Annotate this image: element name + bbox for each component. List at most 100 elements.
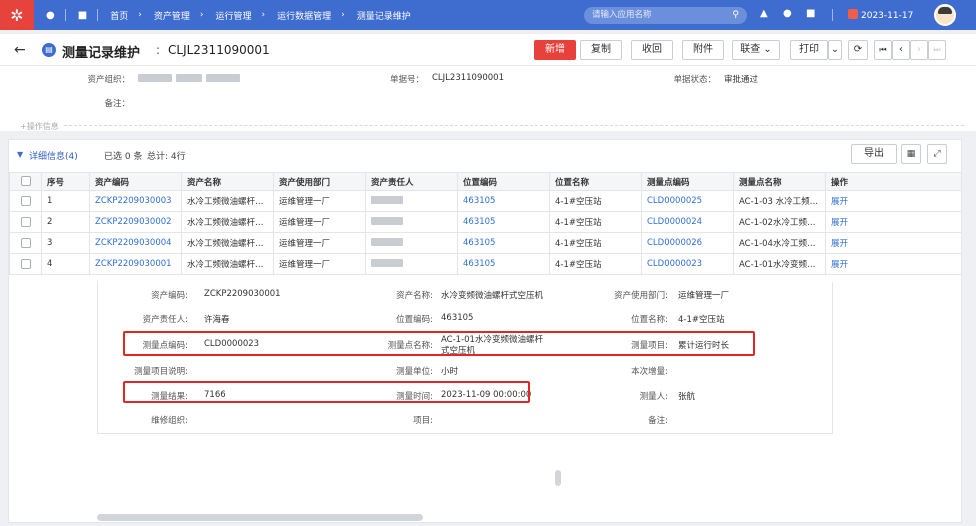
add-button[interactable]: 新增 <box>534 40 576 60</box>
column-header[interactable]: 测量点名称 <box>733 172 826 191</box>
attachment-button[interactable]: 附件 <box>682 40 724 60</box>
table-row[interactable]: 4 ZCKP2209030001 水冷工频微油螺杆式空压机 运维管理一厂 463… <box>9 253 962 275</box>
asset-name-value: 水冷变频微油螺杆式空压机 <box>441 291 544 301</box>
point-code-link[interactable]: CLD0000026 <box>641 232 734 254</box>
link-query-button[interactable]: 联查 ⌄ <box>732 40 780 60</box>
print-dropdown-button[interactable]: ⌄ <box>828 40 842 60</box>
asset-org-value-redacted <box>206 74 240 82</box>
operation-info-toggle[interactable]: +操作信息 <box>20 121 59 132</box>
row-checkbox[interactable] <box>20 195 31 206</box>
asset-org-label: 资产组织： <box>87 75 130 85</box>
first-record-button[interactable]: ⏮ <box>874 40 892 60</box>
row-select-cell[interactable] <box>9 190 42 212</box>
location-code-link[interactable]: 463105 <box>457 253 550 275</box>
dept-cell: 运维管理一厂 <box>273 211 366 233</box>
point-code-link[interactable]: CLD0000023 <box>641 253 734 275</box>
asset-code-link[interactable]: ZCKP2209030004 <box>89 232 182 254</box>
row-select-cell[interactable] <box>9 211 42 233</box>
note-label: 备注： <box>104 99 130 109</box>
last-record-button[interactable]: ⏭ <box>928 40 946 60</box>
print-button[interactable]: 打印 <box>790 40 828 60</box>
refresh-button[interactable]: ⟳ <box>848 40 868 60</box>
table-row[interactable]: 2 ZCKP2209030002 水冷工频微油螺杆式空压机 运维管理一厂 463… <box>9 211 962 233</box>
document-number: CLJL2311090001 <box>168 43 270 57</box>
breadcrumb-operation-management[interactable]: 运行管理 <box>215 9 251 22</box>
column-header: 操作 <box>825 172 962 191</box>
maint-org-label: 维修组织: <box>151 416 188 426</box>
breadcrumb-asset-management[interactable]: 资产管理 <box>154 9 190 22</box>
grid-settings-button[interactable]: ▦ <box>901 144 921 164</box>
location-code-link[interactable]: 463105 <box>457 232 550 254</box>
select-all-checkbox[interactable] <box>20 176 31 187</box>
row-checkbox[interactable] <box>20 216 31 227</box>
selected-count: 已选 0 条 <box>104 152 143 162</box>
column-header[interactable]: 资产编码 <box>89 172 182 191</box>
detail-title[interactable]: 详细信息(4) <box>29 149 78 162</box>
video-icon[interactable]: ■ <box>806 8 815 19</box>
point-code-link[interactable]: CLD0000025 <box>641 190 734 212</box>
status-label: 单据状态： <box>673 75 716 85</box>
column-header[interactable]: 资产使用部门 <box>273 172 366 191</box>
location-code-link[interactable]: 463105 <box>457 211 550 233</box>
column-header[interactable]: 位置名称 <box>549 172 642 191</box>
back-arrow-icon[interactable]: ← <box>14 42 26 58</box>
column-header[interactable]: 位置编码 <box>457 172 550 191</box>
dept-label: 资产使用部门: <box>614 291 668 301</box>
table-header-row: 序号 资产编码 资产名称 资产使用部门 资产责任人 位置编码 位置名称 测量点编… <box>9 172 962 191</box>
header-info-panel: 资产组织： 单据号： CLJL2311090001 单据状态： 审批通过 备注：… <box>0 66 976 131</box>
breadcrumb-current[interactable]: 测量记录维护 <box>357 9 411 22</box>
expand-row-link[interactable]: 展开 <box>825 211 962 233</box>
select-all-cell[interactable] <box>9 172 42 191</box>
text-scrollbar[interactable] <box>555 470 561 486</box>
row-select-cell[interactable] <box>9 253 42 275</box>
fullscreen-button[interactable]: ⤢ <box>927 144 947 164</box>
calendar-icon <box>848 9 858 19</box>
search-icon[interactable]: ⚲ <box>732 7 739 24</box>
status-value: 审批通过 <box>724 75 759 85</box>
owner-value: 许海春 <box>204 315 230 325</box>
bookmark-icon[interactable]: ■ <box>78 10 87 21</box>
column-header[interactable]: 测量点编码 <box>641 172 734 191</box>
point-code-link[interactable]: CLD0000024 <box>641 211 734 233</box>
link-query-label: 联查 <box>740 44 761 55</box>
owner-label: 资产责任人: <box>142 315 188 325</box>
owner-cell <box>365 211 458 233</box>
asset-code-link[interactable]: ZCKP2209030002 <box>89 211 182 233</box>
message-icon[interactable]: ● <box>783 8 792 19</box>
column-header: 序号 <box>41 172 90 191</box>
chevron-right-icon: › <box>199 10 204 20</box>
chevron-right-icon: › <box>138 10 142 20</box>
row-checkbox[interactable] <box>20 237 31 248</box>
recall-button[interactable]: 收回 <box>631 40 673 60</box>
copy-button[interactable]: 复制 <box>580 40 622 60</box>
user-avatar[interactable] <box>934 4 956 26</box>
breadcrumb-operation-data[interactable]: 运行数据管理 <box>277 9 331 22</box>
expand-row-link[interactable]: 展开 <box>825 232 962 254</box>
page-title: 测量记录维护 <box>62 46 141 61</box>
detail-table: 序号 资产编码 资产名称 资产使用部门 资产责任人 位置编码 位置名称 测量点编… <box>9 172 962 275</box>
collapse-caret-icon[interactable]: ▼ <box>17 150 23 159</box>
table-row[interactable]: 1 ZCKP2209030003 水冷工频微油螺杆式空压机 运维管理一厂 463… <box>9 190 962 212</box>
unit-value: 小时 <box>441 367 459 377</box>
row-select-cell[interactable] <box>9 232 42 254</box>
app-menu-icon[interactable]: ● <box>46 10 55 21</box>
bell-icon[interactable]: ▲ <box>760 8 768 19</box>
breadcrumb-home[interactable]: 首页 <box>110 9 128 22</box>
horizontal-scrollbar[interactable] <box>97 514 423 521</box>
expand-row-link[interactable]: 展开 <box>825 190 962 212</box>
next-record-button[interactable]: › <box>910 40 928 60</box>
chevron-down-icon: ⌄ <box>763 44 772 55</box>
row-number: 2 <box>41 211 90 233</box>
prev-record-button[interactable]: ‹ <box>892 40 910 60</box>
asset-code-link[interactable]: ZCKP2209030003 <box>89 190 182 212</box>
location-code-link[interactable]: 463105 <box>457 190 550 212</box>
table-row[interactable]: 3 ZCKP2209030004 水冷工频微油螺杆式空压机 运维管理一厂 463… <box>9 232 962 254</box>
column-header[interactable]: 资产责任人 <box>365 172 458 191</box>
app-search-input[interactable]: 请输入应用名称 ⚲ <box>584 7 747 24</box>
asset-code-link[interactable]: ZCKP2209030001 <box>89 253 182 275</box>
row-checkbox[interactable] <box>20 258 31 269</box>
expand-row-link[interactable]: 展开 <box>825 253 962 275</box>
column-header[interactable]: 资产名称 <box>181 172 274 191</box>
export-button[interactable]: 导出 <box>851 144 897 164</box>
app-logo[interactable]: ✲ <box>0 0 34 30</box>
